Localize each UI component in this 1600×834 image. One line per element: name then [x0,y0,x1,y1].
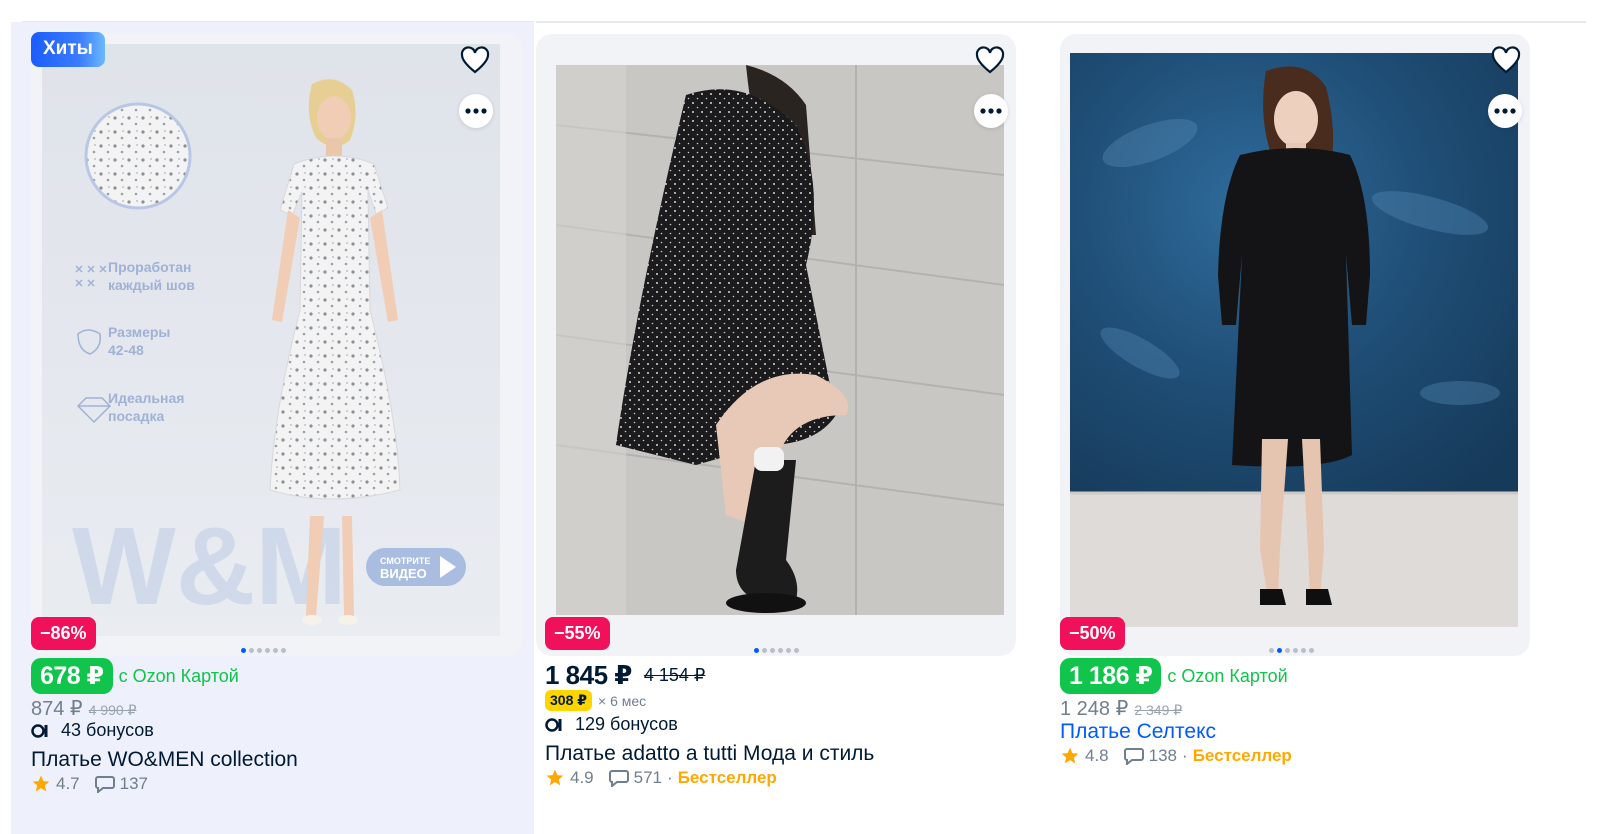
rating-value: 4.7 [56,774,80,793]
pagination-dot[interactable] [794,648,799,653]
feature-label: Идеальная [108,390,184,406]
star-icon [32,775,50,792]
price: 1 845 ₽ [545,660,632,690]
pagination-dot[interactable] [265,648,270,653]
reviews-count: 137 [119,774,149,793]
image-pagination-dots[interactable] [1269,648,1314,653]
comment-icon [608,770,629,787]
comment-icon [1123,748,1144,765]
bonus-icon [31,723,48,738]
reviews-count: 138 [1148,746,1178,765]
pagination-dot[interactable] [1285,648,1290,653]
more-options-icon[interactable] [459,94,493,128]
pagination-dot[interactable] [1293,648,1298,653]
pagination-dot[interactable] [241,648,246,653]
pagination-dot[interactable] [281,648,286,653]
pagination-dot[interactable] [249,648,254,653]
hits-badge: Хиты [31,32,105,67]
product-card[interactable]: −55% 1 845 ₽ 4 154 ₽ 308 ₽ × 6 мес 129 б… [536,22,1060,834]
feature-label: Проработан [108,259,191,275]
image-pagination-dots[interactable] [754,648,799,653]
pagination-dot[interactable] [786,648,791,653]
pagination-dot[interactable] [770,648,775,653]
pagination-dot[interactable] [778,648,783,653]
product-image-gallery[interactable] [1060,34,1530,656]
image-pagination-dots[interactable] [241,648,286,653]
bonus-row: 43 бонусов [31,720,154,741]
video-label: ВИДЕО [380,566,427,581]
star-icon [546,769,564,786]
old-price: 4 154 ₽ [643,665,706,685]
brand-watermark: W&M [72,505,347,628]
rating-row: 4.7 137 [31,774,148,794]
feature-label: 42-48 [108,342,144,358]
product-image-gallery[interactable]: W&M Проработан каждый шов Размеры 42-48 … [31,34,523,656]
product-title[interactable]: Платье Селтекс [1060,720,1216,744]
rating-value: 4.8 [1085,746,1109,765]
product-photo [556,65,1004,615]
pagination-dot[interactable] [1269,648,1274,653]
installment-term: × 6 мес [598,692,647,709]
installment-amount: 308 ₽ [545,690,592,711]
old-price: 2 349 ₽ [1134,702,1183,718]
product-photo: W&M Проработан каждый шов Размеры 42-48 … [42,44,500,636]
bonus-label: 129 бонусов [575,714,678,734]
product-card[interactable]: −50% 1 186 ₽ с Ozon Картой 1 248 ₽ 2 349 … [1050,22,1590,834]
pagination-dot[interactable] [1301,648,1306,653]
product-title[interactable]: Платье WO&MEN collection [31,748,298,772]
bestseller-label: Бестселлер [677,768,777,787]
product-image-gallery[interactable] [536,34,1016,656]
pagination-dot[interactable] [754,648,759,653]
rating-row: 4.8 138 · Бестселлер [1060,746,1292,766]
separator-dot: · [667,768,673,787]
ozon-card-label: с Ozon Картой [118,665,239,686]
ozon-card-price: 678 ₽ [31,658,113,694]
installment-row[interactable]: 308 ₽ × 6 мес [545,690,646,711]
discount-badge: −86% [31,617,96,650]
feature-label: Размеры [108,324,170,340]
pagination-dot[interactable] [1309,648,1314,653]
price-row: 1 845 ₽ 4 154 ₽ [545,660,705,691]
ozon-card-price-row: 678 ₽ с Ozon Картой [31,658,239,694]
feature-label: каждый шов [108,277,195,293]
rating-row: 4.9 571 · Бестселлер [545,768,777,788]
product-photo [1070,53,1518,627]
more-options-icon[interactable] [1488,94,1522,128]
regular-price-row: 874 ₽ 4 990 ₽ [31,696,137,721]
favorite-heart-icon[interactable] [459,45,491,77]
feature-label: посадка [108,408,164,424]
bonus-row: 129 бонусов [545,714,678,735]
ozon-card-label: с Ozon Картой [1167,665,1288,686]
more-options-icon[interactable] [974,94,1008,128]
favorite-heart-icon[interactable] [974,45,1006,77]
comment-icon [94,776,115,793]
product-card[interactable]: W&M Проработан каждый шов Размеры 42-48 … [11,22,534,834]
discount-badge: −50% [1060,617,1125,650]
rating-value: 4.9 [570,768,594,787]
discount-badge: −55% [545,617,610,650]
pagination-dot[interactable] [273,648,278,653]
reviews-count: 571 [633,768,663,787]
star-icon [1061,747,1079,764]
pagination-dot[interactable] [257,648,262,653]
separator-dot: · [1182,746,1188,765]
product-title[interactable]: Платье adatto a tutti Мода и стиль [545,742,874,766]
regular-price-row: 1 248 ₽ 2 349 ₽ [1060,696,1182,721]
bestseller-label: Бестселлер [1192,746,1292,765]
ozon-card-price-row: 1 186 ₽ с Ozon Картой [1060,658,1288,694]
regular-price: 1 248 ₽ [1060,698,1129,720]
video-label: СМОТРИТЕ [380,556,430,566]
bonus-label: 43 бонусов [61,720,154,740]
pagination-dot[interactable] [1277,648,1282,653]
regular-price: 874 ₽ [31,698,83,720]
bonus-icon [545,717,562,732]
favorite-heart-icon[interactable] [1490,45,1522,77]
pagination-dot[interactable] [762,648,767,653]
old-price: 4 990 ₽ [88,702,137,718]
ozon-card-price: 1 186 ₽ [1060,658,1162,694]
